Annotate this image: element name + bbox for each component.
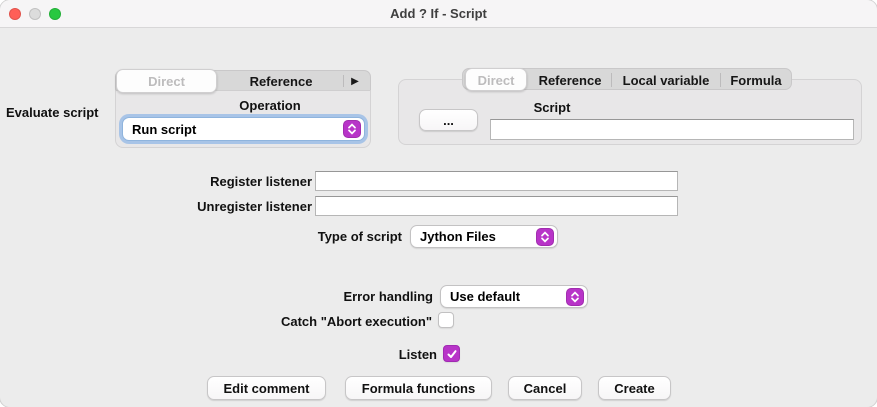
tab-direct-script[interactable]: Direct	[465, 68, 527, 91]
unregister-listener-label: Unregister listener	[140, 199, 312, 215]
register-listener-input[interactable]	[315, 171, 678, 191]
titlebar: Add ? If - Script	[0, 0, 877, 28]
tab-formula-script[interactable]: Formula	[721, 73, 791, 88]
tab-direct-evaluate[interactable]: Direct	[116, 69, 217, 93]
tab-local-variable-script[interactable]: Local variable	[612, 73, 720, 88]
window-title: Add ? If - Script	[0, 0, 877, 28]
edit-comment-button[interactable]: Edit comment	[207, 376, 326, 400]
error-handling-label: Error handling	[300, 289, 433, 305]
operation-select-value: Run script	[132, 122, 196, 137]
operation-label: Operation	[205, 98, 335, 114]
checkmark-icon	[446, 348, 458, 360]
listen-label: Listen	[300, 347, 437, 363]
cancel-button[interactable]: Cancel	[508, 376, 582, 400]
type-of-script-select[interactable]: Jython Files	[410, 225, 558, 248]
error-handling-value: Use default	[450, 289, 520, 304]
tab-reference-evaluate[interactable]: Reference	[217, 71, 345, 92]
stepper-arrows-icon	[566, 288, 584, 306]
evaluate-tabstrip: Direct Reference ▶	[115, 70, 371, 91]
create-button[interactable]: Create	[598, 376, 671, 400]
type-of-script-value: Jython Files	[420, 229, 496, 244]
dialog-window: Add ? If - Script Evaluate script Direct…	[0, 0, 877, 407]
type-of-script-label: Type of script	[280, 229, 402, 245]
stepper-arrows-icon	[343, 120, 361, 138]
script-input[interactable]	[490, 119, 854, 140]
operation-select[interactable]: Run script	[122, 117, 365, 141]
browse-button[interactable]: ...	[419, 109, 478, 131]
catch-abort-checkbox[interactable]	[438, 312, 454, 328]
tab-overflow-arrow-icon[interactable]: ▶	[345, 71, 365, 92]
tab-reference-script[interactable]: Reference	[529, 73, 611, 88]
unregister-listener-input[interactable]	[315, 196, 678, 216]
evaluate-script-label: Evaluate script	[6, 105, 112, 121]
stepper-arrows-icon	[536, 228, 554, 246]
formula-functions-button[interactable]: Formula functions	[345, 376, 492, 400]
catch-abort-label: Catch "Abort execution"	[250, 314, 432, 330]
script-label: Script	[516, 100, 588, 116]
tab-separator	[343, 75, 344, 87]
script-tabstrip: Direct Reference Local variable Formula	[462, 68, 792, 90]
error-handling-select[interactable]: Use default	[440, 285, 588, 308]
listen-checkbox[interactable]	[443, 345, 460, 362]
register-listener-label: Register listener	[140, 174, 312, 190]
